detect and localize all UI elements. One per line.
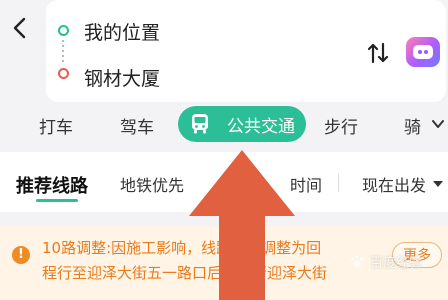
notice-line-2: 程行至迎泽大街五一路口后，改行迎泽大街 [42, 264, 328, 282]
travel-mode-tabs: 打车 驾车 公共交通 步行 骑 [0, 104, 448, 150]
chevron-left-icon [13, 17, 26, 39]
end-location-field[interactable]: 钢材大厦 [84, 64, 160, 91]
route-planning-screen: 我的位置 钢材大厦 打车 驾车 公共交通 步行 骑 推荐线路 地铁优先 时间 现… [0, 0, 448, 300]
tab-taxi[interactable]: 打车 [39, 113, 73, 138]
route-header: 我的位置 钢材大厦 [0, 0, 448, 108]
sort-divider [338, 174, 339, 192]
tab-public-transit[interactable]: 公共交通 [178, 106, 306, 142]
more-modes-button[interactable] [430, 116, 446, 132]
notice-text: 10路调整:因施工影响，线路临时调整为回 程行至迎泽大街五一路口后，改行迎泽大街 [42, 236, 382, 286]
depart-time-selector[interactable]: 现在出发 [362, 172, 444, 196]
back-button[interactable] [8, 14, 32, 42]
tab-drive[interactable]: 驾车 [120, 113, 154, 138]
bus-icon [189, 113, 211, 135]
sort-time-short[interactable]: 时间 [290, 172, 322, 196]
watermark-text: 百度经验 [370, 256, 423, 271]
sort-recommended[interactable]: 推荐线路 [16, 172, 88, 198]
swap-locations-button[interactable] [364, 38, 392, 68]
route-dotted-line [62, 40, 64, 64]
start-location-field[interactable]: 我的位置 [84, 18, 160, 45]
watermark: 百度经验 [348, 252, 422, 271]
tab-cycle[interactable]: 骑 [404, 113, 421, 138]
start-dot-icon [58, 25, 69, 36]
ai-assistant-icon [413, 45, 433, 59]
caret-down-icon [433, 181, 444, 187]
ai-assistant-button[interactable] [406, 37, 440, 67]
chevron-down-icon [432, 120, 444, 128]
paw-logo-icon [350, 254, 364, 268]
swap-vertical-icon [367, 42, 389, 64]
route-sort-bar: 推荐线路 地铁优先 时间 现在出发 [0, 152, 448, 212]
active-sort-indicator [36, 199, 78, 202]
location-card: 我的位置 钢材大厦 [46, 0, 446, 102]
depart-time-label: 现在出发 [362, 176, 427, 195]
tab-walk[interactable]: 步行 [324, 113, 358, 138]
sort-subway-first[interactable]: 地铁优先 [120, 172, 184, 196]
notice-line-1: 10路调整:因施工影响，线路临时调整为回 [42, 239, 322, 257]
warning-icon: ! [12, 246, 30, 264]
tab-public-transit-label: 公共交通 [227, 116, 295, 137]
end-dot-icon [58, 68, 69, 79]
